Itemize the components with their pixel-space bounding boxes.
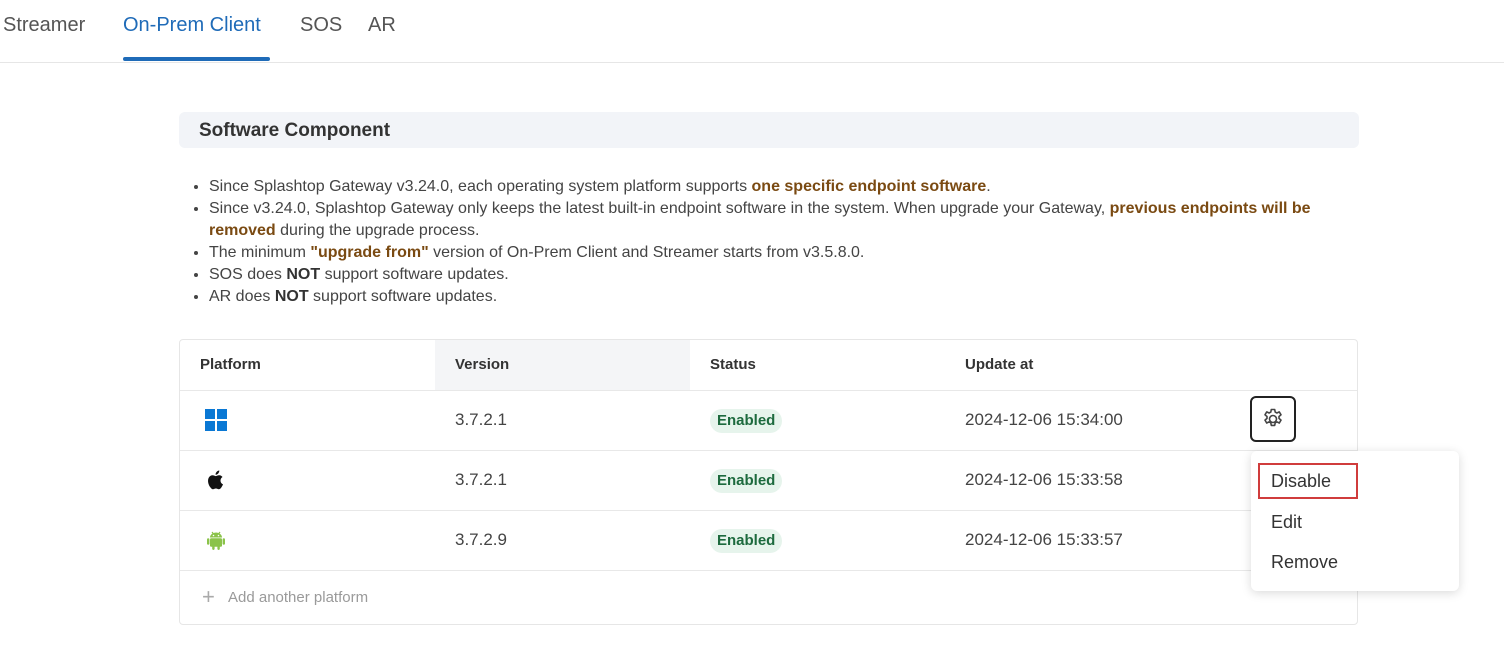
software-table: Platform Version Status Update at 3.7.2.… — [179, 339, 1358, 625]
menu-item-remove[interactable]: Remove — [1271, 552, 1338, 573]
note-highlight: one specific endpoint software — [751, 178, 987, 195]
row-actions-menu: Disable Edit Remove — [1251, 451, 1459, 591]
table-header: Platform Version Status Update at — [180, 340, 1357, 391]
apple-icon — [204, 468, 228, 492]
version-cell: 3.7.2.9 — [455, 530, 507, 549]
version-cell: 3.7.2.1 — [455, 410, 507, 429]
row-settings-button[interactable] — [1250, 396, 1296, 442]
gear-icon — [1264, 408, 1282, 427]
status-badge: Enabled — [710, 528, 783, 553]
column-header-status[interactable]: Status — [690, 340, 945, 390]
table-row: 3.7.2.1 Enabled 2024-12-06 15:33:58 — [180, 450, 1357, 511]
note-text: support software updates. — [308, 288, 498, 305]
update-at-cell: 2024-12-06 15:33:58 — [965, 470, 1123, 489]
menu-item-edit[interactable]: Edit — [1271, 512, 1302, 533]
notes-list: Since Splashtop Gateway v3.24.0, each op… — [189, 176, 1379, 308]
add-platform-label: Add another platform — [228, 589, 369, 606]
note-text: The minimum — [209, 244, 311, 261]
table-row: 3.7.2.9 Enabled 2024-12-06 15:33:57 — [180, 510, 1357, 571]
note-item: SOS does NOT support software updates. — [209, 264, 1379, 286]
status-badge: Enabled — [710, 408, 783, 433]
note-text: support software updates. — [320, 266, 509, 283]
status-badge: Enabled — [710, 468, 783, 493]
column-header-platform[interactable]: Platform — [180, 340, 435, 390]
add-platform-button[interactable]: + Add another platform — [180, 571, 1357, 625]
note-item: AR does NOT support software updates. — [209, 286, 1379, 308]
note-text: . — [986, 178, 991, 195]
section-header: Software Component — [179, 112, 1359, 148]
version-cell: 3.7.2.1 — [455, 470, 507, 489]
tab-on-prem-client[interactable]: On-Prem Client — [123, 14, 261, 37]
status-cell: Enabled — [690, 510, 783, 570]
note-emphasis: NOT — [274, 288, 309, 305]
note-highlight: "upgrade from" — [310, 244, 429, 261]
windows-icon — [204, 408, 228, 432]
plus-icon: + — [202, 584, 215, 609]
note-item: Since Splashtop Gateway v3.24.0, each op… — [209, 176, 1379, 198]
section-title: Software Component — [199, 120, 391, 141]
tab-bar: Streamer On-Prem Client SOS AR — [0, 0, 1504, 63]
note-text: SOS does — [209, 266, 287, 283]
android-icon — [204, 528, 228, 552]
note-text: Since v3.24.0, Splashtop Gateway only ke… — [209, 200, 1110, 217]
menu-item-disable[interactable]: Disable — [1258, 463, 1358, 499]
tab-ar[interactable]: AR — [368, 14, 396, 37]
note-text: version of On-Prem Client and Streamer s… — [428, 244, 865, 261]
note-text: AR does — [209, 288, 275, 305]
note-text: Since Splashtop Gateway v3.24.0, each op… — [209, 178, 752, 195]
note-emphasis: NOT — [286, 266, 321, 283]
active-tab-indicator — [123, 57, 270, 61]
note-item: Since v3.24.0, Splashtop Gateway only ke… — [209, 198, 1379, 242]
column-header-update-at[interactable]: Update at — [945, 340, 1200, 390]
status-cell: Enabled — [690, 390, 783, 450]
status-cell: Enabled — [690, 450, 783, 510]
tab-sos[interactable]: SOS — [300, 14, 342, 37]
tab-streamer[interactable]: Streamer — [3, 14, 85, 37]
column-header-version[interactable]: Version — [435, 340, 690, 390]
update-at-cell: 2024-12-06 15:34:00 — [965, 410, 1123, 429]
update-at-cell: 2024-12-06 15:33:57 — [965, 530, 1123, 549]
note-item: The minimum "upgrade from" version of On… — [209, 242, 1379, 264]
note-text: during the upgrade process. — [275, 222, 480, 239]
table-row: 3.7.2.1 Enabled 2024-12-06 15:34:00 — [180, 390, 1357, 451]
